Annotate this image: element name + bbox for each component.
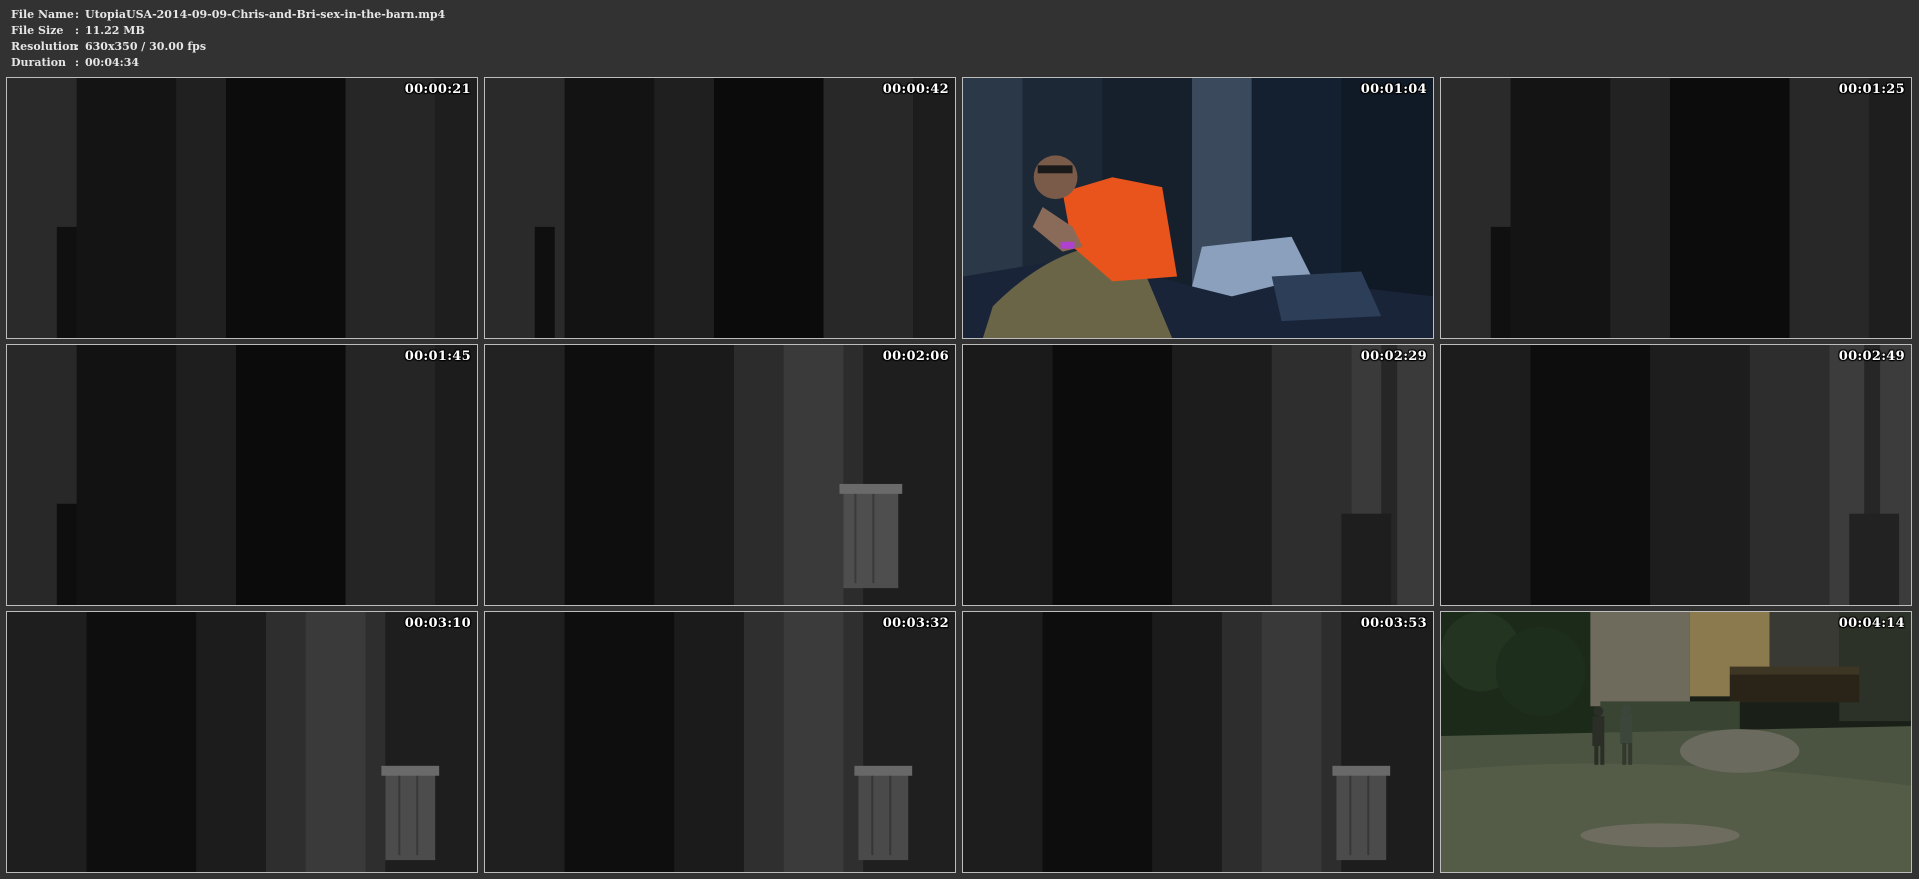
timestamp-label: 00:03:10 [404, 616, 471, 631]
thumbnail-frame[interactable]: 00:00:21 [6, 77, 478, 339]
file-name-label: File Name [11, 8, 74, 21]
file-name-value: UtopiaUSA-2014-09-09-Chris-and-Bri-sex-i… [85, 8, 446, 21]
timestamp-label: 00:02:06 [882, 349, 949, 364]
frame-image-barn-wall-trash-can [7, 612, 477, 872]
frame-image-outdoor-two-people-walking [1441, 612, 1911, 872]
resolution-separator: : [75, 40, 80, 53]
duration-row: Duration : 00:04:34 [11, 55, 445, 71]
file-size-value: 11.22 MB [85, 24, 145, 37]
duration-label: Duration [11, 56, 67, 69]
thumbnail-frame[interactable]: 00:03:10 [6, 611, 478, 873]
file-size-label: File Size [11, 24, 64, 37]
thumbnail-frame[interactable]: 00:01:25 [1440, 77, 1912, 339]
frame-image-man-orange-shirt [963, 78, 1433, 338]
frame-image-barn-wall-trash-can [963, 612, 1433, 872]
timestamp-label: 00:02:29 [1360, 349, 1427, 364]
thumbnail-frame[interactable]: 00:02:29 [962, 344, 1434, 606]
resolution-label: Resolution [11, 40, 78, 53]
frame-image-dark-barn-wall [7, 78, 477, 338]
frame-image-barn-wall-post [963, 345, 1433, 605]
file-size-row: File Size : 11.22 MB [11, 23, 445, 39]
duration-separator: : [75, 56, 80, 69]
thumbnail-grid: 00:00:21 00:00:42 00:01:04 00:01:25 00:0… [6, 77, 1914, 873]
thumbnail-frame[interactable]: 00:03:32 [484, 611, 956, 873]
timestamp-label: 00:00:42 [882, 82, 949, 97]
frame-image-barn-wall-post [1441, 345, 1911, 605]
thumbnail-frame[interactable]: 00:00:42 [484, 77, 956, 339]
thumbnail-frame[interactable]: 00:02:06 [484, 344, 956, 606]
frame-image-dark-barn-wall [7, 345, 477, 605]
timestamp-label: 00:03:32 [882, 616, 949, 631]
thumbnail-frame[interactable]: 00:03:53 [962, 611, 1434, 873]
resolution-row: Resolution : 630x350 / 30.00 fps [11, 39, 445, 55]
timestamp-label: 00:01:25 [1838, 82, 1905, 97]
timestamp-label: 00:00:21 [404, 82, 471, 97]
timestamp-label: 00:01:04 [1360, 82, 1427, 97]
thumbnail-frame[interactable]: 00:01:45 [6, 344, 478, 606]
thumbnail-frame[interactable]: 00:02:49 [1440, 344, 1912, 606]
file-info-header: File Name : UtopiaUSA-2014-09-09-Chris-a… [11, 7, 445, 71]
timestamp-label: 00:01:45 [404, 349, 471, 364]
file-name-row: File Name : UtopiaUSA-2014-09-09-Chris-a… [11, 7, 445, 23]
thumbnail-frame[interactable]: 00:01:04 [962, 77, 1434, 339]
timestamp-label: 00:02:49 [1838, 349, 1905, 364]
frame-image-barn-wall-trash-can [485, 612, 955, 872]
timestamp-label: 00:04:14 [1838, 616, 1905, 631]
thumbnail-frame[interactable]: 00:04:14 [1440, 611, 1912, 873]
frame-image-dark-barn-wall [1441, 78, 1911, 338]
frame-image-barn-wall-trash-can [485, 345, 955, 605]
duration-value: 00:04:34 [85, 56, 140, 69]
file-name-separator: : [75, 8, 80, 21]
resolution-value: 630x350 / 30.00 fps [85, 40, 207, 53]
timestamp-label: 00:03:53 [1360, 616, 1427, 631]
file-size-separator: : [75, 24, 80, 37]
frame-image-dark-barn-wall [485, 78, 955, 338]
